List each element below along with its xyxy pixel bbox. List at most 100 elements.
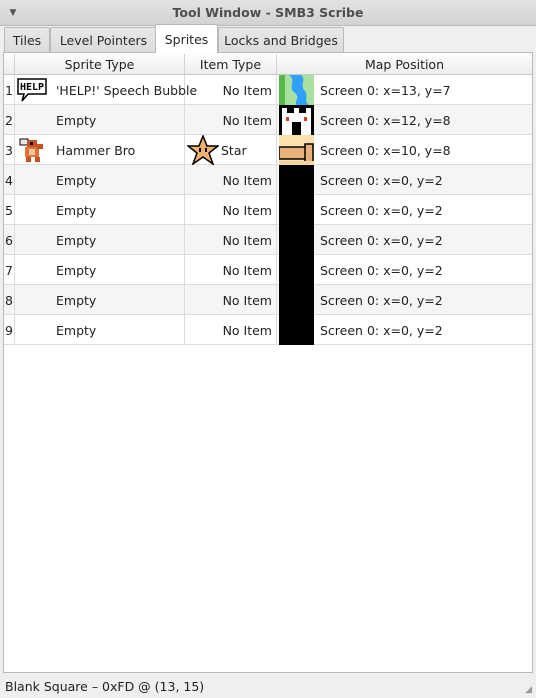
sprite-type-cell[interactable]: Empty	[15, 255, 185, 285]
sprite-type-label: Empty	[56, 262, 97, 278]
row-number[interactable]: 7	[4, 255, 15, 285]
table-row[interactable]: 9 Empty No Item Screen 0: x=0, y=2	[4, 315, 532, 345]
status-bar: Blank Square – 0xFD @ (13, 15) ◢	[0, 675, 536, 698]
sprite-type-cell[interactable]: Empty	[15, 165, 185, 195]
sprite-type-label: Empty	[56, 112, 97, 128]
row-number[interactable]: 4	[4, 165, 15, 195]
resize-grip-icon[interactable]: ◢	[525, 685, 532, 695]
item-type-label: No Item	[222, 172, 272, 188]
map-position-label: Screen 0: x=13, y=7	[320, 82, 451, 98]
item-type-label: No Item	[222, 262, 272, 278]
help-bubble-icon: HELP	[15, 75, 49, 105]
tab-level-pointers[interactable]: Level Pointers	[50, 27, 157, 52]
item-type-cell[interactable]: No Item	[185, 165, 277, 195]
map-position-label: Screen 0: x=0, y=2	[320, 292, 443, 308]
sprite-icon-empty	[15, 195, 49, 225]
map-position-cell[interactable]: Screen 0: x=10, y=8	[277, 135, 532, 165]
blank-thumb	[279, 225, 314, 255]
item-type-cell[interactable]: No Item	[185, 225, 277, 255]
item-type-cell[interactable]: No Item	[185, 105, 277, 135]
header-sprite-type[interactable]: Sprite Type	[15, 54, 185, 75]
sprite-icon-empty	[15, 255, 49, 285]
item-type-cell[interactable]: No Item	[185, 255, 277, 285]
row-number[interactable]: 2	[4, 105, 15, 135]
map-position-label: Screen 0: x=10, y=8	[320, 142, 451, 158]
sprite-icon-empty	[15, 105, 49, 135]
table-row[interactable]: 2 Empty No Item Screen 0: x=12, y=8	[4, 105, 532, 135]
svg-text:HELP: HELP	[20, 82, 44, 93]
tab-locks-and-bridges[interactable]: Locks and Bridges	[218, 27, 344, 52]
header-item-type[interactable]: Item Type	[185, 54, 277, 75]
table-row[interactable]: 5 Empty No Item Screen 0: x=0, y=2	[4, 195, 532, 225]
item-type-label: No Item	[222, 322, 272, 338]
title-bar: ▼ Tool Window - SMB3 Scribe	[0, 0, 536, 26]
sprites-panel: Sprite Type Item Type Map Position 1 HELP…	[3, 52, 533, 673]
table-header: Sprite Type Item Type Map Position	[4, 54, 532, 75]
map-position-cell[interactable]: Screen 0: x=0, y=2	[277, 315, 532, 345]
sprite-type-label: Empty	[56, 232, 97, 248]
map-position-label: Screen 0: x=0, y=2	[320, 322, 443, 338]
status-text: Blank Square – 0xFD @ (13, 15)	[5, 679, 205, 694]
header-corner[interactable]	[4, 54, 15, 75]
row-number[interactable]: 5	[4, 195, 15, 225]
table-row[interactable]: 6 Empty No Item Screen 0: x=0, y=2	[4, 225, 532, 255]
sprite-type-cell[interactable]: Empty	[15, 225, 185, 255]
hammer-bro-icon	[15, 135, 49, 165]
tab-tiles[interactable]: Tiles	[4, 27, 50, 52]
window-menu-icon[interactable]: ▼	[6, 6, 20, 20]
tab-sprites[interactable]: Sprites	[155, 24, 218, 53]
item-type-cell[interactable]: No Item	[185, 285, 277, 315]
table-row[interactable]: 3 Hammer Bro Star Screen 0: x=10, y=8	[4, 135, 532, 165]
item-type-label: No Item	[222, 202, 272, 218]
table-row[interactable]: 7 Empty No Item Screen 0: x=0, y=2	[4, 255, 532, 285]
sprite-icon-empty	[15, 225, 49, 255]
row-number[interactable]: 3	[4, 135, 15, 165]
table-row[interactable]: 8 Empty No Item Screen 0: x=0, y=2	[4, 285, 532, 315]
star-icon	[185, 135, 221, 165]
item-type-label: No Item	[222, 292, 272, 308]
row-number[interactable]: 9	[4, 315, 15, 345]
map-position-label: Screen 0: x=0, y=2	[320, 172, 443, 188]
map-position-cell[interactable]: Screen 0: x=13, y=7	[277, 75, 532, 105]
sprite-type-label: Empty	[56, 172, 97, 188]
table-row[interactable]: 4 Empty No Item Screen 0: x=0, y=2	[4, 165, 532, 195]
sprite-type-label: Empty	[56, 322, 97, 338]
row-number[interactable]: 1	[4, 75, 15, 105]
map-position-cell[interactable]: Screen 0: x=0, y=2	[277, 255, 532, 285]
waterfall-thumb	[279, 75, 314, 105]
sprite-type-cell[interactable]: Hammer Bro	[15, 135, 185, 165]
sprite-type-cell[interactable]: Empty	[15, 315, 185, 345]
item-type-label: No Item	[222, 232, 272, 248]
item-type-cell[interactable]: No Item	[185, 195, 277, 225]
tab-bar: Tiles Level Pointers Sprites Locks and B…	[4, 24, 532, 53]
sprite-type-cell[interactable]: Empty	[15, 195, 185, 225]
item-type-cell[interactable]: Star	[185, 135, 277, 165]
blank-thumb	[279, 285, 314, 315]
blank-thumb	[279, 165, 314, 195]
map-position-cell[interactable]: Screen 0: x=0, y=2	[277, 195, 532, 225]
item-type-label: No Item	[222, 82, 272, 98]
window-title: Tool Window - SMB3 Scribe	[172, 5, 364, 20]
map-position-cell[interactable]: Screen 0: x=0, y=2	[277, 165, 532, 195]
row-number[interactable]: 6	[4, 225, 15, 255]
item-type-cell[interactable]: No Item	[185, 75, 277, 105]
sprite-type-label: Empty	[56, 292, 97, 308]
sprite-type-cell[interactable]: HELP 'HELP!' Speech Bubble	[15, 75, 197, 105]
map-position-label: Screen 0: x=12, y=8	[320, 112, 451, 128]
castle-thumb	[279, 105, 314, 135]
header-map-position[interactable]: Map Position	[277, 54, 532, 75]
blank-thumb	[279, 255, 314, 285]
item-type-cell[interactable]: No Item	[185, 315, 277, 345]
sprite-type-label: Hammer Bro	[56, 142, 136, 158]
row-number[interactable]: 8	[4, 285, 15, 315]
blank-thumb	[279, 315, 314, 345]
map-position-label: Screen 0: x=0, y=2	[320, 262, 443, 278]
sprite-type-cell[interactable]: Empty	[15, 105, 185, 135]
pipe-thumb	[278, 135, 314, 165]
map-position-cell[interactable]: Screen 0: x=12, y=8	[277, 105, 532, 135]
map-position-cell[interactable]: Screen 0: x=0, y=2	[277, 225, 532, 255]
table-row[interactable]: 1 HELP 'HELP!' Speech Bubble No Item Screen …	[4, 75, 532, 105]
map-position-label: Screen 0: x=0, y=2	[320, 232, 443, 248]
sprite-type-cell[interactable]: Empty	[15, 285, 185, 315]
map-position-cell[interactable]: Screen 0: x=0, y=2	[277, 285, 532, 315]
